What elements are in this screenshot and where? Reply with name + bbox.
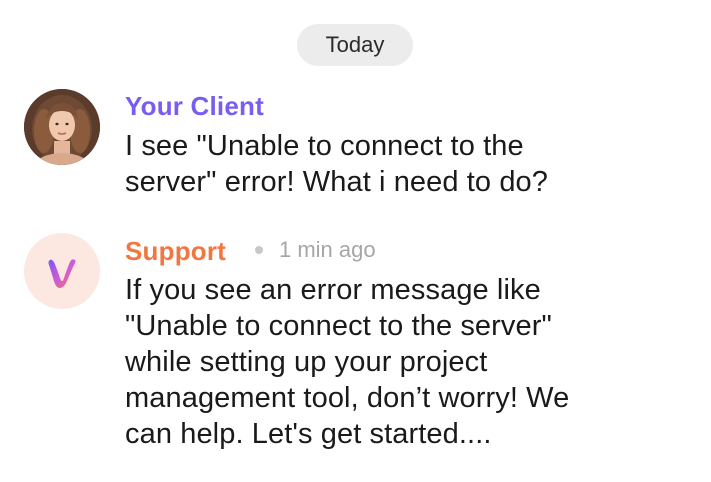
support-avatar[interactable] — [24, 233, 100, 309]
support-name[interactable]: Support — [125, 236, 226, 267]
brand-logo-icon — [48, 259, 76, 288]
message-line: can help. Let's get started.... — [125, 418, 492, 450]
message-line: while setting up your project — [125, 346, 488, 378]
message-line: If you see an error message like — [125, 274, 541, 306]
support-message: If you see an error message like "Unable… — [125, 272, 685, 452]
message-line: "Unable to connect to the server" — [125, 310, 552, 342]
client-message: I see "Unable to connect to the server" … — [125, 128, 685, 200]
client-name[interactable]: Your Client — [125, 91, 264, 122]
woman-portrait-icon — [24, 89, 100, 165]
message-timestamp: 1 min ago — [279, 237, 376, 262]
message-line: I see "Unable to connect to the — [125, 130, 524, 162]
separator-dot — [255, 246, 263, 254]
date-separator: Today — [297, 24, 413, 66]
message-line: management tool, don’t worry! We — [125, 382, 570, 414]
client-avatar[interactable] — [24, 89, 100, 165]
message-line: server" error! What i need to do? — [125, 166, 549, 198]
